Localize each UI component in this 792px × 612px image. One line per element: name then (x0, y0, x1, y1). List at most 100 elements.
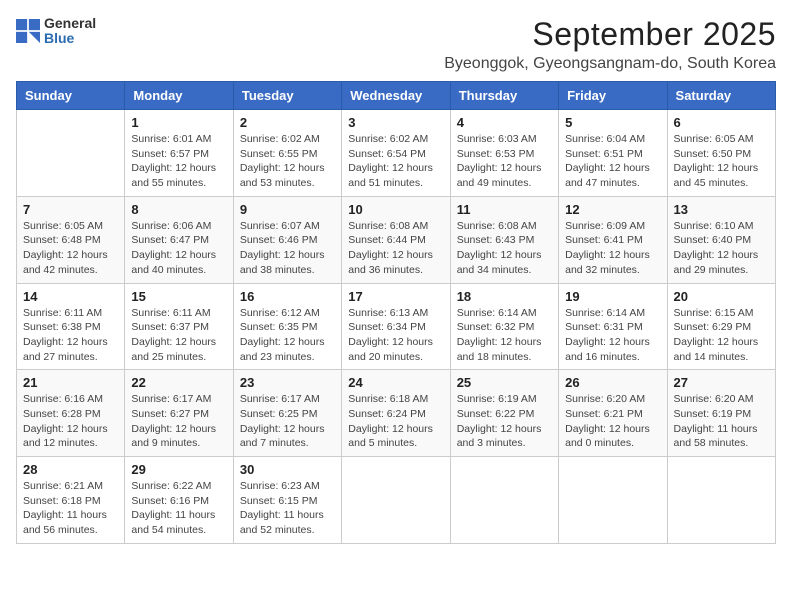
day-number: 12 (565, 202, 660, 217)
calendar-cell: 9 Sunrise: 6:07 AM Sunset: 6:46 PM Daylig… (233, 196, 341, 283)
day-info: Sunrise: 6:11 AM Sunset: 6:38 PM Dayligh… (23, 306, 118, 365)
month-title: September 2025 (444, 16, 776, 53)
day-info: Sunrise: 6:20 AM Sunset: 6:19 PM Dayligh… (674, 392, 769, 451)
weekday-header: Thursday (450, 82, 558, 110)
calendar-table: SundayMondayTuesdayWednesdayThursdayFrid… (16, 81, 776, 544)
day-number: 15 (131, 289, 226, 304)
calendar-cell: 4 Sunrise: 6:03 AM Sunset: 6:53 PM Daylig… (450, 110, 558, 197)
calendar-cell (342, 457, 450, 544)
calendar-cell: 14 Sunrise: 6:11 AM Sunset: 6:38 PM Dayli… (17, 283, 125, 370)
calendar-cell: 10 Sunrise: 6:08 AM Sunset: 6:44 PM Dayli… (342, 196, 450, 283)
calendar-cell: 21 Sunrise: 6:16 AM Sunset: 6:28 PM Dayli… (17, 370, 125, 457)
day-info: Sunrise: 6:19 AM Sunset: 6:22 PM Dayligh… (457, 392, 552, 451)
day-info: Sunrise: 6:11 AM Sunset: 6:37 PM Dayligh… (131, 306, 226, 365)
calendar-cell: 16 Sunrise: 6:12 AM Sunset: 6:35 PM Dayli… (233, 283, 341, 370)
day-number: 24 (348, 375, 443, 390)
calendar-cell: 1 Sunrise: 6:01 AM Sunset: 6:57 PM Daylig… (125, 110, 233, 197)
day-info: Sunrise: 6:23 AM Sunset: 6:15 PM Dayligh… (240, 479, 335, 538)
day-number: 13 (674, 202, 769, 217)
day-info: Sunrise: 6:06 AM Sunset: 6:47 PM Dayligh… (131, 219, 226, 278)
day-info: Sunrise: 6:03 AM Sunset: 6:53 PM Dayligh… (457, 132, 552, 191)
day-number: 10 (348, 202, 443, 217)
day-info: Sunrise: 6:08 AM Sunset: 6:44 PM Dayligh… (348, 219, 443, 278)
day-number: 7 (23, 202, 118, 217)
day-info: Sunrise: 6:12 AM Sunset: 6:35 PM Dayligh… (240, 306, 335, 365)
day-number: 8 (131, 202, 226, 217)
day-number: 6 (674, 115, 769, 130)
calendar-week-row: 1 Sunrise: 6:01 AM Sunset: 6:57 PM Daylig… (17, 110, 776, 197)
day-info: Sunrise: 6:05 AM Sunset: 6:48 PM Dayligh… (23, 219, 118, 278)
day-number: 1 (131, 115, 226, 130)
calendar-cell: 3 Sunrise: 6:02 AM Sunset: 6:54 PM Daylig… (342, 110, 450, 197)
day-info: Sunrise: 6:04 AM Sunset: 6:51 PM Dayligh… (565, 132, 660, 191)
day-number: 26 (565, 375, 660, 390)
day-info: Sunrise: 6:22 AM Sunset: 6:16 PM Dayligh… (131, 479, 226, 538)
calendar-week-row: 7 Sunrise: 6:05 AM Sunset: 6:48 PM Daylig… (17, 196, 776, 283)
day-number: 25 (457, 375, 552, 390)
day-number: 3 (348, 115, 443, 130)
day-number: 16 (240, 289, 335, 304)
day-number: 14 (23, 289, 118, 304)
calendar-cell: 23 Sunrise: 6:17 AM Sunset: 6:25 PM Dayli… (233, 370, 341, 457)
calendar-week-row: 21 Sunrise: 6:16 AM Sunset: 6:28 PM Dayli… (17, 370, 776, 457)
logo: General Blue (16, 16, 96, 47)
calendar-cell: 28Sunrise: 6:21 AM Sunset: 6:18 PM Dayli… (17, 457, 125, 544)
calendar-cell: 6 Sunrise: 6:05 AM Sunset: 6:50 PM Daylig… (667, 110, 775, 197)
weekday-header: Friday (559, 82, 667, 110)
calendar-cell (559, 457, 667, 544)
calendar-cell: 15 Sunrise: 6:11 AM Sunset: 6:37 PM Dayli… (125, 283, 233, 370)
weekday-header: Monday (125, 82, 233, 110)
weekday-header: Saturday (667, 82, 775, 110)
day-number: 23 (240, 375, 335, 390)
logo-general: General (44, 16, 96, 31)
day-info: Sunrise: 6:14 AM Sunset: 6:32 PM Dayligh… (457, 306, 552, 365)
calendar-cell: 13 Sunrise: 6:10 AM Sunset: 6:40 PM Dayli… (667, 196, 775, 283)
day-number: 21 (23, 375, 118, 390)
day-number: 9 (240, 202, 335, 217)
calendar-cell: 24 Sunrise: 6:18 AM Sunset: 6:24 PM Dayli… (342, 370, 450, 457)
day-number: 29 (131, 462, 226, 477)
calendar-cell: 12 Sunrise: 6:09 AM Sunset: 6:41 PM Dayli… (559, 196, 667, 283)
day-info: Sunrise: 6:17 AM Sunset: 6:27 PM Dayligh… (131, 392, 226, 451)
day-info: Sunrise: 6:15 AM Sunset: 6:29 PM Dayligh… (674, 306, 769, 365)
title-section: September 2025 Byeonggok, Gyeongsangnam-… (444, 16, 776, 73)
calendar-week-row: 28Sunrise: 6:21 AM Sunset: 6:18 PM Dayli… (17, 457, 776, 544)
day-number: 30 (240, 462, 335, 477)
day-info: Sunrise: 6:02 AM Sunset: 6:55 PM Dayligh… (240, 132, 335, 191)
day-number: 17 (348, 289, 443, 304)
day-info: Sunrise: 6:17 AM Sunset: 6:25 PM Dayligh… (240, 392, 335, 451)
day-info: Sunrise: 6:09 AM Sunset: 6:41 PM Dayligh… (565, 219, 660, 278)
calendar-cell (667, 457, 775, 544)
calendar-cell: 2 Sunrise: 6:02 AM Sunset: 6:55 PM Daylig… (233, 110, 341, 197)
day-number: 22 (131, 375, 226, 390)
day-info: Sunrise: 6:10 AM Sunset: 6:40 PM Dayligh… (674, 219, 769, 278)
calendar-cell: 17 Sunrise: 6:13 AM Sunset: 6:34 PM Dayli… (342, 283, 450, 370)
day-number: 18 (457, 289, 552, 304)
day-info: Sunrise: 6:07 AM Sunset: 6:46 PM Dayligh… (240, 219, 335, 278)
day-number: 4 (457, 115, 552, 130)
calendar-cell: 22 Sunrise: 6:17 AM Sunset: 6:27 PM Dayli… (125, 370, 233, 457)
day-number: 2 (240, 115, 335, 130)
day-info: Sunrise: 6:21 AM Sunset: 6:18 PM Dayligh… (23, 479, 118, 538)
calendar-cell (450, 457, 558, 544)
day-info: Sunrise: 6:16 AM Sunset: 6:28 PM Dayligh… (23, 392, 118, 451)
day-info: Sunrise: 6:02 AM Sunset: 6:54 PM Dayligh… (348, 132, 443, 191)
day-info: Sunrise: 6:13 AM Sunset: 6:34 PM Dayligh… (348, 306, 443, 365)
calendar-cell: 19Sunrise: 6:14 AM Sunset: 6:31 PM Dayli… (559, 283, 667, 370)
weekday-header: Sunday (17, 82, 125, 110)
day-info: Sunrise: 6:18 AM Sunset: 6:24 PM Dayligh… (348, 392, 443, 451)
location-title: Byeonggok, Gyeongsangnam-do, South Korea (444, 55, 776, 73)
day-info: Sunrise: 6:05 AM Sunset: 6:50 PM Dayligh… (674, 132, 769, 191)
weekday-header: Tuesday (233, 82, 341, 110)
day-info: Sunrise: 6:01 AM Sunset: 6:57 PM Dayligh… (131, 132, 226, 191)
day-number: 27 (674, 375, 769, 390)
calendar-cell: 30 Sunrise: 6:23 AM Sunset: 6:15 PM Dayli… (233, 457, 341, 544)
calendar-cell: 18 Sunrise: 6:14 AM Sunset: 6:32 PM Dayli… (450, 283, 558, 370)
calendar-cell: 26Sunrise: 6:20 AM Sunset: 6:21 PM Dayli… (559, 370, 667, 457)
weekday-header-row: SundayMondayTuesdayWednesdayThursdayFrid… (17, 82, 776, 110)
day-number: 19 (565, 289, 660, 304)
calendar-cell: 27 Sunrise: 6:20 AM Sunset: 6:19 PM Dayli… (667, 370, 775, 457)
calendar-cell: 29 Sunrise: 6:22 AM Sunset: 6:16 PM Dayli… (125, 457, 233, 544)
day-number: 5 (565, 115, 660, 130)
calendar-cell: 20Sunrise: 6:15 AM Sunset: 6:29 PM Dayli… (667, 283, 775, 370)
